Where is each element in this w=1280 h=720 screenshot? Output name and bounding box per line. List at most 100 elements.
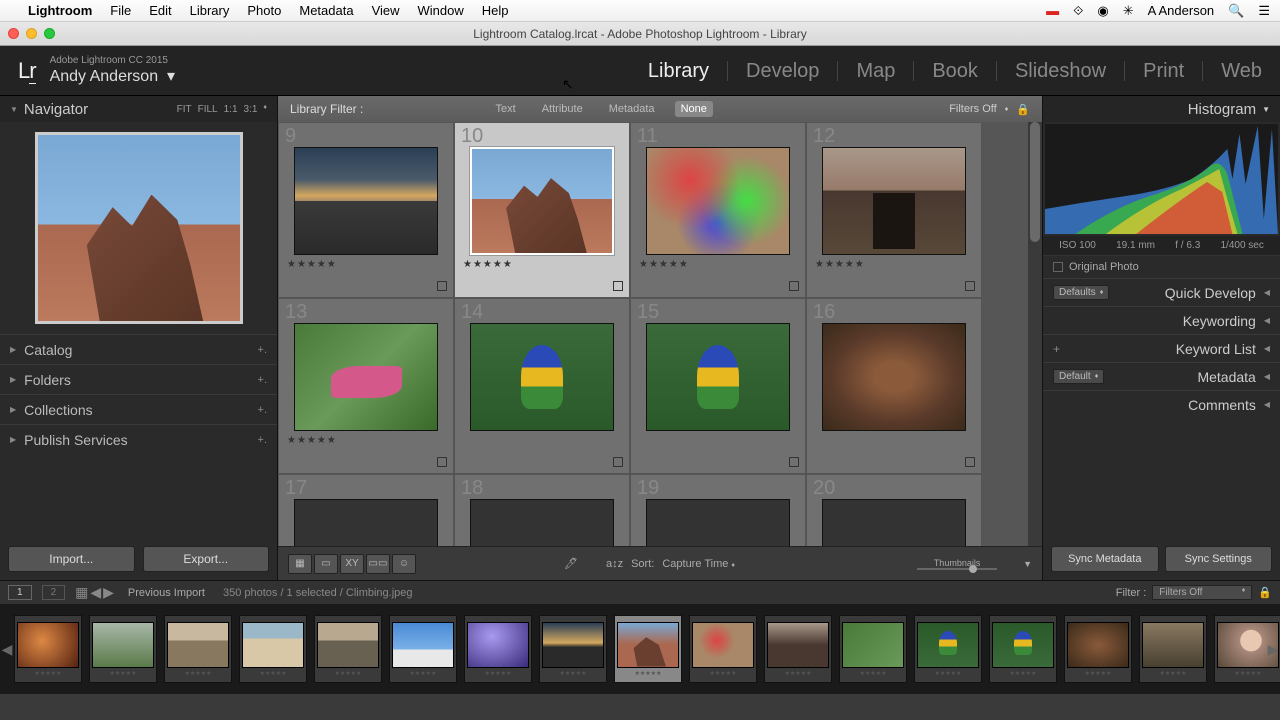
nav-back-icon[interactable]: ◀ [90, 584, 101, 601]
grid-cell[interactable]: 10★★★★★ [454, 122, 630, 298]
nav-zoom-more-icon[interactable]: ♦ [263, 104, 267, 115]
filmstrip-cell[interactable]: ★★★★★ [914, 615, 982, 683]
import-button[interactable]: Import... [8, 546, 135, 572]
module-library[interactable]: Library [630, 61, 728, 81]
filters-status[interactable]: Filters Off [949, 103, 996, 115]
add-keyword-icon[interactable]: + [1053, 342, 1060, 356]
filmstrip-cell[interactable]: ★★★★★ [89, 615, 157, 683]
filmstrip-cell[interactable]: ★★★★★ [614, 615, 682, 683]
cell-flag-icon[interactable] [613, 281, 623, 291]
cell-flag-icon[interactable] [965, 457, 975, 467]
sync-icon[interactable]: ✳ [1123, 3, 1134, 19]
menu-edit[interactable]: Edit [149, 3, 171, 18]
navigator-header[interactable]: ▼ Navigator FIT FILL 1:1 3:1 ♦ [0, 96, 277, 122]
compare-view-button[interactable]: XY [340, 554, 364, 574]
grid-scrollbar[interactable] [1028, 122, 1042, 546]
add-icon[interactable]: +. [258, 374, 267, 386]
menu-metadata[interactable]: Metadata [299, 3, 353, 18]
filmstrip-cell[interactable]: ★★★★★ [239, 615, 307, 683]
filmstrip-cell[interactable]: ★★★★★ [764, 615, 832, 683]
cell-flag-icon[interactable] [789, 457, 799, 467]
secondary-display-button[interactable]: 2 [42, 585, 66, 600]
grid-cell[interactable]: 18 [454, 474, 630, 546]
filmstrip-cell[interactable]: ★★★★★ [164, 615, 232, 683]
grid-cell[interactable]: 17 [278, 474, 454, 546]
panel-section-folders[interactable]: ▶Folders+. [0, 364, 277, 394]
nav-zoom-1-1[interactable]: 1:1 [224, 104, 238, 115]
sort-dropdown[interactable]: Capture Time ♦ [662, 558, 735, 570]
filter-tab-metadata[interactable]: Metadata [603, 101, 661, 117]
toolbar-expand-icon[interactable]: ▼ [1023, 559, 1032, 569]
filmstrip-cell[interactable]: ★★★★★ [464, 615, 532, 683]
module-map[interactable]: Map [838, 61, 914, 81]
add-icon[interactable]: +. [258, 434, 267, 446]
filters-dd-icon[interactable]: ♦ [1005, 106, 1009, 113]
rating-stars[interactable]: ★★★★★ [287, 435, 337, 446]
right-section-comments[interactable]: Comments◀ [1043, 390, 1280, 418]
rating-stars[interactable]: ★★★★★ [463, 259, 513, 270]
filmstrip-cell[interactable]: ★★★★★ [1139, 615, 1207, 683]
dropbox-icon[interactable]: ⟐ [1073, 3, 1083, 19]
histogram-header[interactable]: Histogram ▼ [1043, 96, 1280, 122]
filmstrip[interactable]: ◀ ★★★★★★★★★★★★★★★★★★★★★★★★★★★★★★★★★★★★★★… [0, 604, 1280, 694]
cell-flag-icon[interactable] [437, 281, 447, 291]
rating-stars[interactable]: ★★★★★ [287, 259, 337, 270]
grid-cell[interactable]: 14 [454, 298, 630, 474]
loupe-view-button[interactable]: ▭ [314, 554, 338, 574]
filter-tab-none[interactable]: None [675, 101, 713, 117]
identity-plate[interactable]: Andy Anderson ▾ [50, 66, 175, 86]
menu-file[interactable]: File [110, 3, 131, 18]
filter-tab-attribute[interactable]: Attribute [536, 101, 589, 117]
filmstrip-scroll-right[interactable]: ▶ [1267, 604, 1279, 694]
filmstrip-cell[interactable]: ★★★★★ [314, 615, 382, 683]
nav-forward-icon[interactable]: ▶ [103, 584, 114, 601]
module-develop[interactable]: Develop [728, 61, 838, 81]
sync-metadata-button[interactable]: Sync Metadata [1051, 546, 1159, 572]
module-print[interactable]: Print [1125, 61, 1203, 81]
filmstrip-scroll-left[interactable]: ◀ [1, 604, 13, 694]
primary-display-button[interactable]: 1 [8, 585, 32, 600]
grid-cell[interactable]: 11★★★★★ [630, 122, 806, 298]
rating-stars[interactable]: ★★★★★ [639, 259, 689, 270]
module-book[interactable]: Book [914, 61, 997, 81]
filmstrip-cell[interactable]: ★★★★★ [389, 615, 457, 683]
section-preset-dropdown[interactable]: Default♦ [1053, 369, 1104, 384]
right-section-keyword-list[interactable]: +Keyword List◀ [1043, 334, 1280, 362]
cell-flag-icon[interactable] [437, 457, 447, 467]
filmstrip-filter-dropdown[interactable]: Filters Off♦ [1152, 585, 1252, 600]
original-photo-toggle[interactable]: Original Photo [1043, 255, 1280, 278]
panel-section-publish-services[interactable]: ▶Publish Services+. [0, 424, 277, 454]
cell-flag-icon[interactable] [789, 281, 799, 291]
minimize-window-button[interactable] [26, 28, 37, 39]
menu-app[interactable]: Lightroom [28, 3, 92, 18]
filmstrip-cell[interactable]: ★★★★★ [839, 615, 907, 683]
painter-icon[interactable]: 🖊 [564, 557, 578, 570]
grid-view-button[interactable]: ▦ [288, 554, 312, 574]
thumbnail-size-slider[interactable] [917, 568, 997, 570]
histogram-display[interactable] [1045, 124, 1278, 234]
grid-cell[interactable]: 15 [630, 298, 806, 474]
spotlight-icon[interactable]: 🔍 [1228, 3, 1244, 19]
filmstrip-cell[interactable]: ★★★★★ [14, 615, 82, 683]
filter-tab-text[interactable]: Text [490, 101, 522, 117]
people-view-button[interactable]: ☺ [392, 554, 416, 574]
grid-cell[interactable]: 13★★★★★ [278, 298, 454, 474]
grid-cell[interactable]: 9★★★★★ [278, 122, 454, 298]
sort-direction-icon[interactable]: a↕z [606, 558, 623, 570]
cell-flag-icon[interactable] [613, 457, 623, 467]
menu-list-icon[interactable]: ☰ [1258, 3, 1270, 19]
grid-cell[interactable]: 20 [806, 474, 982, 546]
sync-settings-button[interactable]: Sync Settings [1165, 546, 1273, 572]
filter-lock-icon[interactable]: 🔒 [1016, 103, 1030, 116]
section-preset-dropdown[interactable]: Defaults♦ [1053, 285, 1109, 300]
menu-photo[interactable]: Photo [247, 3, 281, 18]
rating-stars[interactable]: ★★★★★ [815, 259, 865, 270]
zoom-window-button[interactable] [44, 28, 55, 39]
menu-help[interactable]: Help [482, 3, 509, 18]
grid-cell[interactable]: 16 [806, 298, 982, 474]
menu-library[interactable]: Library [190, 3, 230, 18]
panel-section-catalog[interactable]: ▶Catalog+. [0, 334, 277, 364]
right-section-quick-develop[interactable]: Defaults♦Quick Develop◀ [1043, 278, 1280, 306]
grid-cell[interactable]: 12★★★★★ [806, 122, 982, 298]
thumbnail-grid[interactable]: 9★★★★★10★★★★★11★★★★★12★★★★★ 13★★★★★141516… [278, 122, 1042, 546]
